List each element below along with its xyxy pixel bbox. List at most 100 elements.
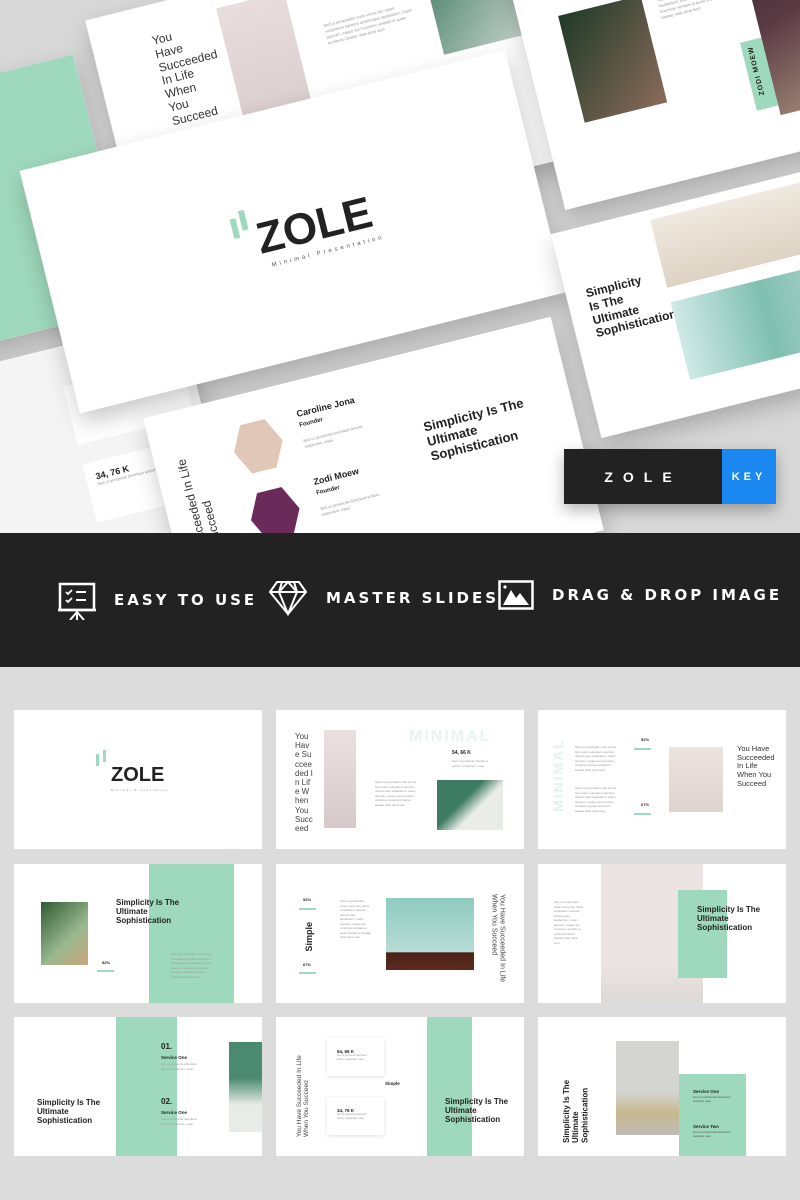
watermark: MINIMAL: [409, 728, 492, 745]
services-panel: [679, 1074, 746, 1156]
vase-photo: [386, 898, 474, 970]
accent-panel: [149, 864, 234, 1003]
slide-heading: Simplicity Is The Ultimate Sophisticatio…: [697, 905, 761, 933]
progress-line: [634, 813, 651, 815]
presentation-board-icon: [58, 582, 96, 620]
watermark: MINIMAL: [550, 738, 566, 812]
slide-heading: Simplicity Is The Ultimate Sophisticatio…: [37, 1098, 101, 1126]
feature-label: MASTER SLIDES: [326, 589, 500, 607]
stat-card: 54, 66 K Sed ut perspiciat dolorlaud ant…: [327, 1038, 384, 1076]
thumbnail-2[interactable]: You Have Succeeded In Life When You Succ…: [276, 710, 524, 849]
percent-label: 67%: [641, 802, 650, 807]
brand-title: ZOLE: [111, 764, 165, 786]
slide-text: Sed ut perspiciatis unde omnis iste natu…: [575, 786, 616, 813]
thumbnail-grid: ZOLE Minimal Presentation You Have Succe…: [0, 667, 800, 1200]
service-text: Sed ut perspiciat dolorlaud antium, toap…: [693, 1131, 732, 1138]
slide-text: Sed ut perspiciatis unde omnis iste natu…: [340, 899, 372, 939]
accent-panel: [427, 1017, 472, 1156]
accent-mark: [237, 209, 249, 231]
service-text: Sed ut perspiciat dolorlaud antium, toap…: [693, 1096, 732, 1103]
slide-heading: You Have Succeeded In Life When You Succ…: [737, 744, 775, 788]
slide-heading: You Have Succeeded In Life When You Succ…: [490, 894, 506, 983]
diamond-icon: [268, 580, 308, 616]
bedroom-photo: [229, 1042, 262, 1132]
slide-heading: You Have Succeeded In Life When You Succ…: [296, 1055, 311, 1137]
feature-dragdrop: DRAG & DROP IMAGE: [498, 580, 782, 610]
stat-text: Sed ut perspiciat dolorlaud antium, toap…: [337, 1054, 367, 1061]
slide-heading: You Have Succeeded In Life When You Succ…: [150, 29, 220, 129]
slide-text: Sed ut perspiciatis unde omnis iste natu…: [575, 745, 616, 772]
service-number: 01.: [161, 1042, 173, 1051]
percent-label: 67%: [303, 962, 312, 967]
thumbnail-8[interactable]: You Have Succeeded In Life When You Succ…: [276, 1017, 524, 1156]
progress-line: [97, 970, 114, 972]
feature-easy: EASY TO USE: [58, 580, 257, 620]
service-title: Service One: [693, 1089, 720, 1094]
slide-text: Sed ut perspiciatis unde omnis iste natu…: [322, 5, 413, 46]
thumbnail-5[interactable]: 52% Simple 67% Sed ut perspiciatis unde …: [276, 864, 524, 1003]
slide-label: Simple: [304, 922, 314, 952]
slide-heading: Simplicity Is The Ultimate Sophisticatio…: [562, 1079, 590, 1143]
team-heading: You Have Succeeded In Life When You Succ…: [174, 457, 238, 533]
slide-people: Sed ut perspiciatis unde omnis iste natu…: [504, 0, 800, 211]
service-text: Sed ut perspiciat dolorlaud antium, toap…: [161, 1117, 197, 1126]
service-title: Service One: [161, 1055, 188, 1060]
accent-panel: [116, 1017, 177, 1156]
progress-line: [634, 748, 651, 750]
quote: Simplicity Is The Ultimate Sophisticatio…: [584, 273, 679, 341]
thumbnail-9[interactable]: Simplicity Is The Ultimate Sophisticatio…: [538, 1017, 786, 1156]
stat-text: Sed ut perspiciat dolorlaud antium, toap…: [452, 759, 488, 768]
progress-line: [299, 972, 316, 974]
accent-panel: [678, 890, 727, 978]
percent-label: 52%: [641, 737, 650, 742]
stat-text: Sed ut perspiciat dolorlaud antium, toap…: [337, 1113, 367, 1120]
feature-label: DRAG & DROP IMAGE: [552, 586, 783, 604]
accent-mark: [103, 750, 106, 762]
slide-text: Sed ut perspiciatis unde omnis iste natu…: [171, 952, 212, 979]
thumbnail-6[interactable]: Sed ut perspiciatis unde omnis iste natu…: [538, 864, 786, 1003]
progress-line: [299, 908, 316, 910]
slide-text: Sed ut perspiciatis unde omnis iste natu…: [554, 900, 584, 945]
stat-card: 34, 76 K Sed ut perspiciat dolorlaud ant…: [327, 1097, 384, 1135]
room-photo: [650, 176, 800, 288]
bedroom-photo: [437, 780, 503, 830]
thumbnail-1[interactable]: ZOLE Minimal Presentation: [14, 710, 262, 849]
member-name: Zodi Moew: [312, 465, 360, 487]
avatar-caroline: [228, 416, 289, 477]
thumbnail-7[interactable]: Simplicity Is The Ultimate Sophisticatio…: [14, 1017, 262, 1156]
format-badge: ZOLE KEY: [564, 449, 776, 504]
brand-subtitle: Minimal Presentation: [111, 788, 170, 792]
member-name: Caroline Jona: [295, 394, 356, 419]
service-text: Sed ut perspiciat dolorlaud antium, toap…: [161, 1062, 197, 1071]
percent-label: 52%: [102, 960, 111, 965]
image-icon: [498, 580, 534, 610]
percent-label: 52%: [303, 897, 312, 902]
living-room-photo: [616, 1041, 679, 1135]
woman-photo: [558, 0, 668, 123]
avatar-zodi: [245, 484, 306, 533]
slide-heading: Simplicity Is The Ultimate Sophisticatio…: [116, 898, 180, 926]
feature-label: EASY TO USE: [114, 591, 258, 609]
badge-format: KEY: [722, 449, 776, 504]
stat-value: 54, 66 K: [452, 750, 471, 756]
quote: Simplicity Is The Ultimate Sophisticatio…: [445, 1097, 509, 1125]
member-role: Founder: [315, 484, 341, 497]
service-title: Service One: [161, 1110, 188, 1115]
badge-name: ZOLE: [564, 449, 722, 504]
member-role: Founder: [298, 417, 324, 429]
accent-mark: [96, 754, 99, 766]
quote: Simplicity Is The Ultimate Sophisticatio…: [421, 395, 525, 464]
service-title: Service Two: [693, 1124, 719, 1129]
thumbnail-4[interactable]: Simplicity Is The Ultimate Sophisticatio…: [14, 864, 262, 1003]
slide-text: Sed ut perspiciatis unde omnis iste natu…: [375, 780, 416, 807]
thumbnail-3[interactable]: MINIMAL Sed ut perspiciatis unde omnis i…: [538, 710, 786, 849]
slide-heading: You Have Succeeded In Life When You Succ…: [295, 732, 313, 833]
feature-master: MASTER SLIDES: [268, 580, 499, 616]
accent-mark: [229, 218, 241, 239]
hero-collage: You Have Succeeded In Life When You Succ…: [0, 0, 800, 533]
chair-photo: [324, 730, 356, 828]
slide-label: Simple: [385, 1081, 400, 1086]
chair-plant-photo: [669, 747, 723, 812]
plants-photo: [41, 902, 88, 965]
service-number: 02.: [161, 1097, 173, 1106]
